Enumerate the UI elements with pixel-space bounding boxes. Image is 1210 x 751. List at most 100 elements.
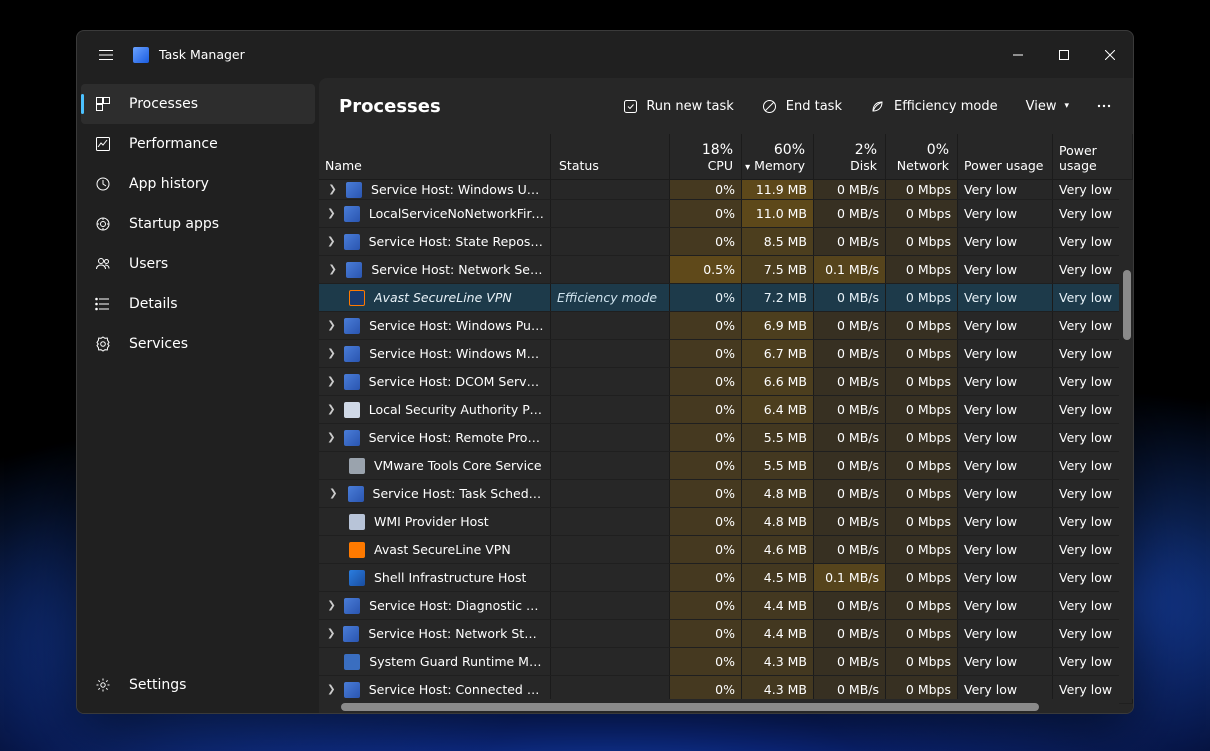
expand-toggle[interactable]: ❯ — [319, 592, 344, 619]
cell-cpu: 0% — [670, 508, 742, 535]
table-row[interactable]: Avast SecureLine VPNEfficiency mode0%7.2… — [319, 284, 1133, 312]
column-cpu[interactable]: 18%CPU — [670, 134, 742, 179]
cell-disk: 0 MB/s — [814, 424, 886, 451]
cell-network: 0 Mbps — [886, 536, 958, 563]
column-name[interactable]: Name — [319, 134, 551, 179]
column-disk[interactable]: 2%Disk — [814, 134, 886, 179]
table-row[interactable]: ❯Service Host: Windows Manage...0%6.7 MB… — [319, 340, 1133, 368]
cell-memory: 11.0 MB — [742, 200, 814, 227]
table-row[interactable]: ❯Service Host: Windows Update0%11.9 MB0 … — [319, 180, 1133, 200]
table-row[interactable]: ❯Local Security Authority Process...0%6.… — [319, 396, 1133, 424]
hamburger-menu-button[interactable] — [87, 36, 125, 74]
expand-toggle[interactable]: ❯ — [319, 312, 344, 339]
expand-toggle[interactable]: ❯ — [319, 180, 346, 199]
minimize-button[interactable] — [995, 31, 1041, 78]
cell-cpu: 0% — [670, 480, 742, 507]
process-icon — [349, 458, 365, 474]
cell-memory: 4.3 MB — [742, 648, 814, 675]
expand-toggle[interactable]: ❯ — [319, 256, 346, 283]
cell-disk: 0 MB/s — [814, 228, 886, 255]
column-power[interactable]: Power usage — [958, 134, 1053, 179]
table-row[interactable]: VMware Tools Core Service0%5.5 MB0 MB/s0… — [319, 452, 1133, 480]
cell-name: Avast SecureLine VPN — [319, 536, 551, 563]
cell-name: WMI Provider Host — [319, 508, 551, 535]
cell-cpu: 0% — [670, 396, 742, 423]
table-row[interactable]: ❯Service Host: Windows Push No...0%6.9 M… — [319, 312, 1133, 340]
vertical-scrollbar[interactable] — [1119, 180, 1133, 699]
cell-power: Very low — [958, 564, 1053, 591]
expand-toggle[interactable]: ❯ — [319, 200, 344, 227]
cell-cpu: 0.5% — [670, 256, 742, 283]
expand-toggle[interactable]: ❯ — [319, 396, 344, 423]
table-row[interactable]: ❯LocalServiceNoNetworkFirewall ...0%11.0… — [319, 200, 1133, 228]
column-network[interactable]: 0%Network — [886, 134, 958, 179]
cell-disk: 0 MB/s — [814, 536, 886, 563]
cell-name: ❯Service Host: Task Scheduler — [319, 480, 551, 507]
more-button[interactable] — [1087, 89, 1121, 123]
column-memory[interactable]: ▾ 60%Memory — [742, 134, 814, 179]
sidebar-item-users[interactable]: Users — [81, 244, 315, 284]
table-row[interactable]: WMI Provider Host0%4.8 MB0 MB/s0 MbpsVer… — [319, 508, 1133, 536]
titlebar[interactable]: Task Manager — [77, 31, 1133, 78]
end-task-button[interactable]: End task — [752, 89, 852, 123]
cell-disk: 0.1 MB/s — [814, 256, 886, 283]
cell-status — [551, 648, 670, 675]
cell-cpu: 0% — [670, 424, 742, 451]
sidebar-item-apphistory[interactable]: App history — [81, 164, 315, 204]
cell-cpu: 0% — [670, 200, 742, 227]
table-row[interactable]: ❯Service Host: Task Scheduler0%4.8 MB0 M… — [319, 480, 1133, 508]
cell-status — [551, 340, 670, 367]
process-icon — [344, 682, 360, 698]
table-row[interactable]: Shell Infrastructure Host0%4.5 MB0.1 MB/… — [319, 564, 1133, 592]
sidebar-item-details[interactable]: Details — [81, 284, 315, 324]
cell-power: Very low — [958, 452, 1053, 479]
sidebar-item-services[interactable]: Services — [81, 324, 315, 364]
process-table[interactable]: ❯Service Host: Windows Update0%11.9 MB0 … — [319, 180, 1133, 713]
cell-cpu: 0% — [670, 368, 742, 395]
table-row[interactable]: ❯Service Host: Diagnostic Policy ...0%4.… — [319, 592, 1133, 620]
cell-disk: 0 MB/s — [814, 200, 886, 227]
horizontal-scrollbar[interactable] — [319, 699, 1119, 713]
cell-status — [551, 424, 670, 451]
table-row[interactable]: ❯Service Host: Network Service0.5%7.5 MB… — [319, 256, 1133, 284]
column-status[interactable]: Status — [551, 134, 670, 179]
cell-power: Very low — [958, 620, 1053, 647]
leaf-icon — [870, 98, 886, 114]
scrollbar-thumb[interactable] — [341, 703, 1039, 711]
process-icon — [346, 262, 362, 278]
maximize-button[interactable] — [1041, 31, 1087, 78]
table-row[interactable]: Avast SecureLine VPN0%4.6 MB0 MB/s0 Mbps… — [319, 536, 1133, 564]
cell-status — [551, 312, 670, 339]
table-row[interactable]: ❯Service Host: State Repository S...0%8.… — [319, 228, 1133, 256]
expand-toggle[interactable]: ❯ — [319, 424, 344, 451]
sidebar-item-startup[interactable]: Startup apps — [81, 204, 315, 244]
efficiency-mode-button[interactable]: Efficiency mode — [860, 89, 1008, 123]
view-dropdown[interactable]: View ▾ — [1016, 89, 1079, 123]
process-icon — [343, 626, 359, 642]
cell-power: Very low — [958, 284, 1053, 311]
expand-toggle[interactable]: ❯ — [319, 228, 344, 255]
expand-toggle — [319, 284, 349, 311]
cell-power: Very low — [958, 200, 1053, 227]
sidebar-item-settings[interactable]: Settings — [81, 665, 315, 705]
expand-toggle[interactable]: ❯ — [319, 480, 348, 507]
services-icon — [94, 335, 112, 353]
table-row[interactable]: ❯Service Host: DCOM Server Proc...0%6.6 … — [319, 368, 1133, 396]
table-row[interactable]: ❯Service Host: Network Store Inte...0%4.… — [319, 620, 1133, 648]
expand-toggle[interactable]: ❯ — [319, 368, 344, 395]
table-header: Name Status 18%CPU ▾ 60%Memory 2%Disk 0%… — [319, 134, 1133, 180]
expand-toggle[interactable]: ❯ — [319, 340, 344, 367]
cell-network: 0 Mbps — [886, 228, 958, 255]
process-icon — [349, 290, 365, 306]
run-new-task-button[interactable]: Run new task — [612, 89, 743, 123]
sidebar-item-processes[interactable]: Processes — [81, 84, 315, 124]
table-row[interactable]: System Guard Runtime Monitor...0%4.3 MB0… — [319, 648, 1133, 676]
cell-memory: 6.7 MB — [742, 340, 814, 367]
sidebar-item-performance[interactable]: Performance — [81, 124, 315, 164]
process-name: VMware Tools Core Service — [374, 458, 542, 473]
scrollbar-thumb[interactable] — [1123, 270, 1131, 340]
expand-toggle[interactable]: ❯ — [319, 620, 343, 647]
close-button[interactable] — [1087, 31, 1133, 78]
table-row[interactable]: ❯Service Host: Remote Procedure...0%5.5 … — [319, 424, 1133, 452]
column-power-trend[interactable]: Power usage — [1053, 134, 1133, 179]
